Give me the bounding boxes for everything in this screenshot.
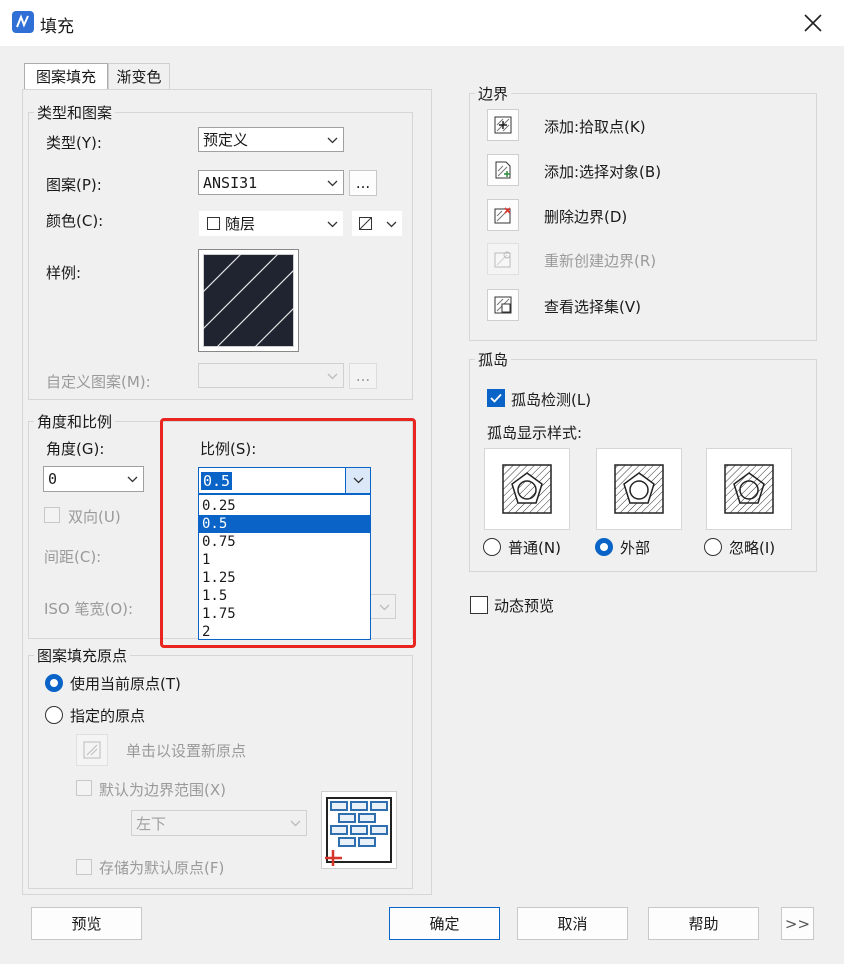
set-origin-button [76, 734, 108, 766]
sample-label: 样例: [46, 264, 82, 282]
background-color-select[interactable] [351, 210, 403, 237]
chevron-down-icon [327, 373, 338, 379]
island-ignore-label: 忽略(I) [729, 539, 776, 557]
window-title: 填充 [40, 17, 74, 37]
chevron-down-icon [327, 137, 338, 143]
color-label: 颜色(C): [46, 212, 104, 230]
angle-select[interactable]: 0 [43, 466, 144, 492]
chevron-down-icon [290, 820, 301, 827]
hatch-sample-icon [202, 253, 295, 348]
no-fill-icon [359, 217, 372, 230]
angle-select-value: 0 [48, 470, 58, 488]
checkmark-icon [490, 393, 502, 403]
boundary-group-label: 边界 [475, 83, 512, 104]
set-origin-icon [83, 741, 101, 759]
angle-label: 角度(G): [46, 440, 105, 458]
island-ignore-radio[interactable] [704, 538, 722, 556]
origin-position-select: 左下 [131, 810, 307, 836]
island-detect-label: 孤岛检测(L) [511, 391, 592, 409]
island-outer-preview[interactable] [596, 448, 682, 530]
double-checkbox [44, 507, 60, 523]
app-icon [12, 11, 34, 33]
recreate-boundary-icon [494, 251, 511, 268]
island-normal-preview[interactable] [484, 448, 570, 530]
select-objects-icon [495, 161, 511, 179]
island-outer-radio[interactable] [595, 538, 613, 556]
custom-pattern-select [198, 363, 344, 388]
recreate-boundary-label: 重新创建边界(R) [544, 252, 657, 270]
dynamic-preview-checkbox[interactable] [470, 596, 488, 614]
preview-button[interactable]: 预览 [31, 907, 142, 940]
view-selection-label: 查看选择集(V) [544, 298, 641, 316]
pick-points-label: 添加:拾取点(K) [544, 118, 646, 136]
island-outer-icon [614, 464, 664, 514]
default-extent-label: 默认为边界范围(X) [99, 781, 226, 799]
view-selection-button[interactable] [487, 289, 519, 321]
custom-pattern-label: 自定义图案(M): [46, 373, 151, 391]
pattern-select-value: ANSI31 [203, 173, 258, 192]
tab-hatch[interactable]: 图案填充 [24, 63, 108, 89]
use-current-origin-label: 使用当前原点(T) [70, 675, 181, 693]
tab-gradient[interactable]: 渐变色 [108, 63, 170, 89]
close-button[interactable] [796, 6, 830, 40]
pattern-label: 图案(P): [46, 176, 102, 194]
pattern-browse-button[interactable]: ... [349, 170, 377, 196]
pattern-select[interactable]: ANSI31 [198, 170, 344, 195]
double-label: 双向(U) [68, 508, 121, 526]
color-select-value: 随层 [225, 215, 256, 233]
remove-boundary-button[interactable] [487, 199, 519, 231]
default-extent-checkbox [76, 780, 92, 796]
island-ignore-icon [724, 464, 774, 514]
close-icon [804, 14, 822, 32]
highlight-annotation [160, 418, 416, 648]
origin-preview [321, 791, 397, 869]
chevron-down-icon [327, 180, 338, 186]
pattern-sample[interactable] [198, 249, 299, 352]
specified-origin-radio[interactable] [45, 706, 63, 724]
title-bar [0, 0, 844, 46]
pick-points-button[interactable] [487, 109, 519, 141]
dynamic-preview-label: 动态预览 [494, 597, 555, 615]
angle-scale-group-label: 角度和比例 [34, 411, 116, 432]
color-swatch [207, 217, 220, 230]
islands-group-label: 孤岛 [475, 349, 512, 370]
brick-origin-icon [325, 797, 392, 866]
recreate-boundary-button [487, 243, 519, 275]
ok-button[interactable]: 确定 [389, 907, 500, 940]
island-ignore-preview[interactable] [706, 448, 792, 530]
island-normal-radio[interactable] [483, 538, 501, 556]
origin-group-label: 图案填充原点 [34, 645, 131, 666]
custom-pattern-browse-button: ... [349, 363, 377, 389]
cancel-button[interactable]: 取消 [517, 907, 628, 940]
specified-origin-label: 指定的原点 [70, 707, 146, 725]
store-default-checkbox [76, 859, 92, 875]
type-pattern-group-label: 类型和图案 [34, 102, 116, 123]
use-current-origin-radio[interactable] [45, 674, 63, 692]
chevron-down-icon [386, 221, 397, 227]
type-select-value: 预定义 [203, 131, 249, 149]
remove-boundary-icon [494, 207, 511, 224]
color-select[interactable]: 随层 [198, 210, 344, 237]
select-objects-label: 添加:选择对象(B) [544, 163, 662, 181]
store-default-label: 存储为默认原点(F) [99, 859, 225, 877]
view-selection-icon [494, 296, 512, 314]
type-select[interactable]: 预定义 [198, 127, 344, 152]
spacing-label: 间距(C): [44, 548, 102, 566]
more-options-button[interactable]: >> [781, 907, 814, 940]
chevron-down-icon [327, 221, 338, 227]
origin-position-value: 左下 [136, 814, 167, 833]
island-normal-icon [502, 464, 552, 514]
island-outer-label: 外部 [620, 539, 651, 557]
iso-pen-width-label: ISO 笔宽(O): [44, 600, 134, 618]
type-label: 类型(Y): [46, 134, 102, 152]
island-style-label: 孤岛显示样式: [487, 424, 583, 442]
chevron-down-icon [127, 476, 138, 483]
pick-points-icon [494, 116, 512, 134]
set-origin-label: 单击以设置新原点 [126, 742, 247, 760]
island-detect-checkbox[interactable] [487, 389, 505, 407]
remove-boundary-label: 删除边界(D) [544, 208, 628, 226]
island-normal-label: 普通(N) [508, 539, 561, 557]
select-objects-button[interactable] [487, 154, 519, 186]
help-button[interactable]: 帮助 [648, 907, 759, 940]
